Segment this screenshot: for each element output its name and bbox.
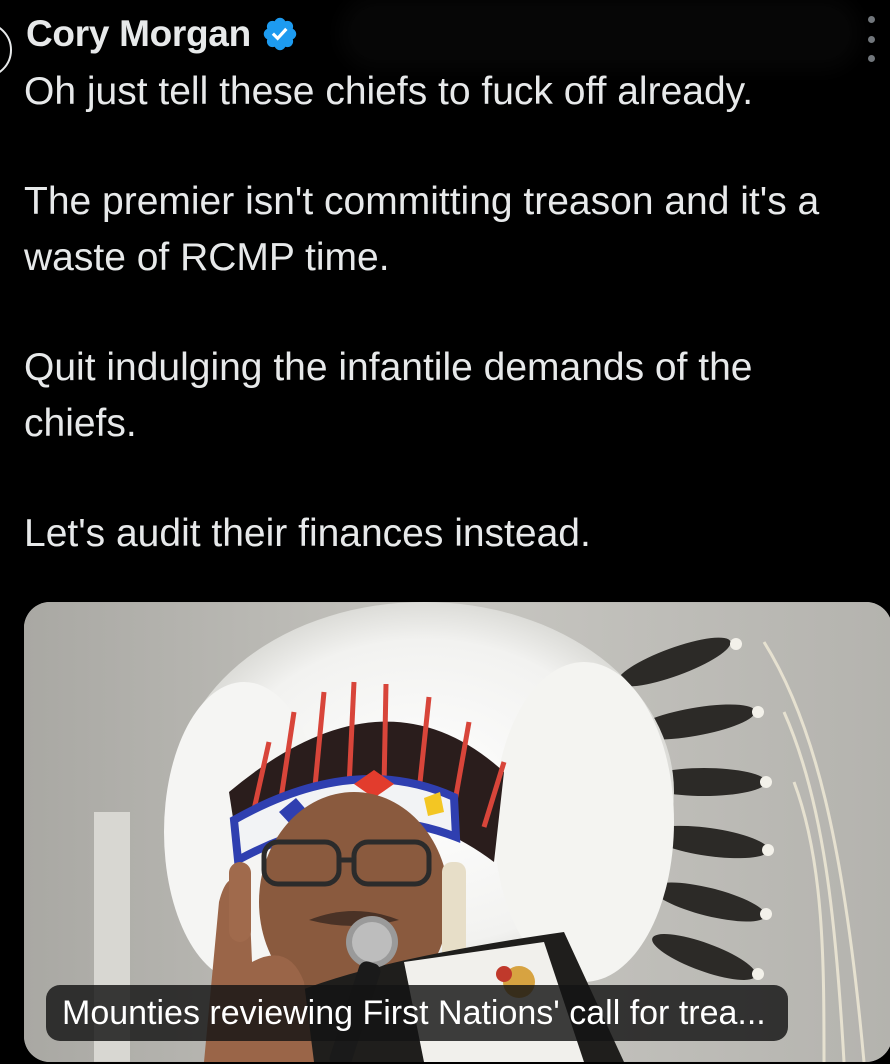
tweet-paragraph: The premier isn't committing treason and… — [24, 180, 820, 279]
tweet: Cory Morgan Oh just tell these chiefs to… — [0, 0, 890, 1064]
link-card[interactable]: Mounties reviewing First Nations' call f… — [24, 602, 890, 1062]
more-options-icon[interactable] — [858, 16, 884, 62]
author-name[interactable]: Cory Morgan — [26, 13, 251, 55]
tweet-paragraph: Oh just tell these chiefs to fuck off al… — [24, 70, 754, 113]
tweet-text: Oh just tell these chiefs to fuck off al… — [24, 64, 874, 562]
tweet-paragraph: Quit indulging the infantile demands of … — [24, 346, 753, 445]
tweet-paragraph: Let's audit their finances instead. — [24, 512, 591, 555]
redacted-handle — [350, 6, 850, 60]
card-caption[interactable]: Mounties reviewing First Nations' call f… — [46, 985, 788, 1041]
tweet-header: Cory Morgan — [26, 8, 299, 60]
avatar[interactable] — [0, 22, 12, 78]
verified-badge-icon — [261, 15, 299, 53]
